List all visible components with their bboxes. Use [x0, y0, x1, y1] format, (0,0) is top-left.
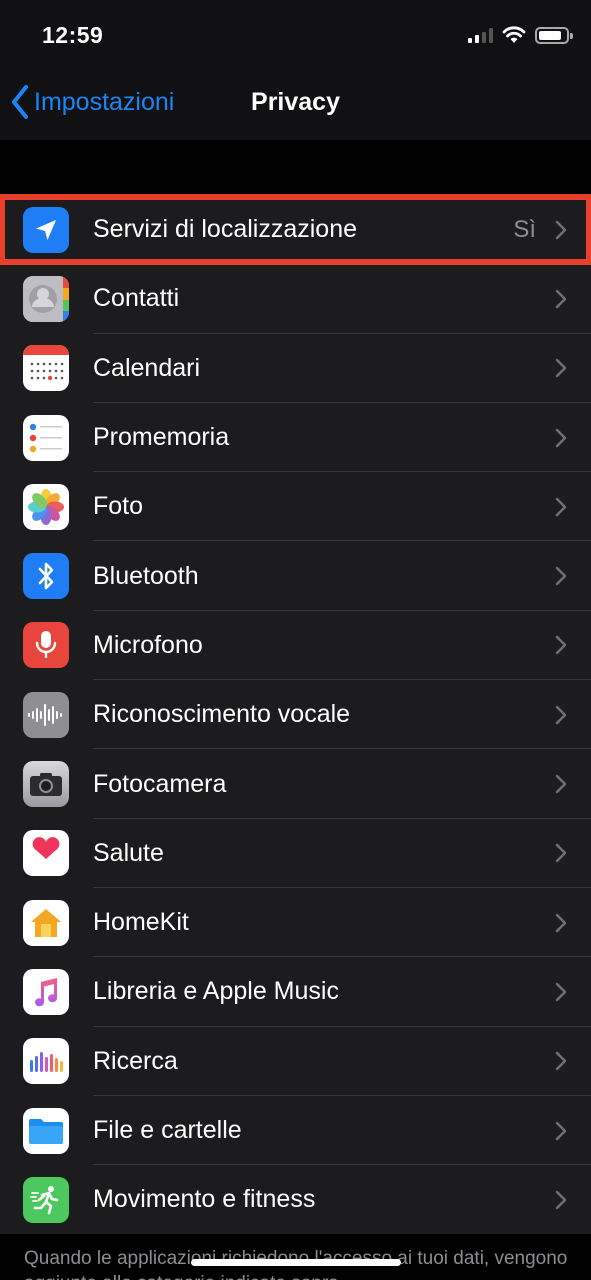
camera-icon — [23, 761, 69, 808]
row-label: Foto — [93, 492, 144, 521]
chevron-right-icon — [555, 1121, 567, 1140]
privacy-list: Servizi di localizzazione Sì Contatti Ca… — [0, 193, 591, 1235]
row-label: Movimento e fitness — [93, 1185, 316, 1214]
music-note-icon — [23, 968, 69, 1015]
row-label: HomeKit — [93, 908, 189, 937]
chevron-right-icon — [555, 982, 567, 1002]
row-research[interactable]: Ricerca — [0, 1027, 591, 1096]
running-figure-icon — [23, 1176, 69, 1223]
row-location-services[interactable]: Servizi di localizzazione Sì — [0, 193, 591, 266]
chevron-right-icon — [555, 566, 567, 586]
row-microphone[interactable]: Microfono — [0, 611, 591, 681]
chevron-right-icon — [555, 913, 567, 932]
footer-note: Quando le applicazioni richiedono l'acce… — [0, 1234, 591, 1280]
row-health[interactable]: Salute — [0, 819, 591, 888]
chevron-right-icon — [555, 1190, 567, 1210]
row-label: File e cartelle — [93, 1116, 242, 1144]
row-bluetooth[interactable]: Bluetooth — [0, 541, 591, 611]
chevron-right-icon — [555, 428, 567, 447]
row-label: Ricerca — [93, 1046, 178, 1075]
bluetooth-icon — [23, 553, 69, 600]
row-files[interactable]: File e cartelle — [0, 1096, 591, 1166]
research-bars-icon — [23, 1038, 69, 1085]
chevron-right-icon — [555, 844, 567, 863]
row-label: Contatti — [93, 284, 180, 313]
row-calendars[interactable]: Calendari — [0, 334, 591, 403]
row-label: Riconoscimento vocale — [93, 700, 351, 729]
navigation-bar: Impostazioni Privacy — [0, 70, 591, 140]
chevron-right-icon — [555, 1051, 567, 1071]
status-time: 12:59 — [42, 22, 104, 48]
row-apple-music[interactable]: Libreria e Apple Music — [0, 957, 591, 1027]
speech-waveform-icon — [23, 691, 69, 738]
photos-icon — [23, 483, 69, 530]
cellular-signal-icon — [468, 27, 493, 43]
row-label: Microfono — [93, 630, 203, 659]
row-label: Bluetooth — [93, 561, 199, 590]
heart-icon — [23, 830, 69, 877]
status-bar: 12:59 — [0, 0, 591, 70]
chevron-right-icon — [555, 497, 567, 517]
contacts-icon — [23, 275, 69, 322]
row-label: Promemoria — [93, 423, 230, 452]
home-icon — [23, 899, 69, 946]
row-label: Fotocamera — [93, 769, 227, 798]
home-indicator[interactable] — [191, 1259, 401, 1266]
location-arrow-icon — [23, 206, 69, 253]
section-spacer — [0, 140, 591, 195]
row-reminders[interactable]: Promemoria — [0, 403, 591, 473]
wifi-icon — [502, 26, 526, 43]
chevron-right-icon — [555, 358, 567, 378]
row-homekit[interactable]: HomeKit — [0, 888, 591, 958]
row-label: Calendari — [93, 353, 201, 382]
microphone-icon — [23, 622, 69, 669]
chevron-right-icon — [555, 220, 567, 239]
row-photos[interactable]: Foto — [0, 472, 591, 542]
folder-icon — [23, 1107, 69, 1154]
row-label: Salute — [93, 838, 164, 867]
row-label: Servizi di localizzazione — [93, 215, 358, 244]
chevron-right-icon — [555, 774, 567, 794]
reminders-icon — [23, 414, 69, 461]
chevron-right-icon — [555, 636, 567, 655]
battery-icon — [535, 26, 573, 44]
calendar-icon — [23, 345, 69, 392]
row-speech-recognition[interactable]: Riconoscimento vocale — [0, 680, 591, 750]
row-label: Libreria e Apple Music — [93, 977, 339, 1006]
chevron-right-icon — [555, 289, 567, 309]
row-camera[interactable]: Fotocamera — [0, 749, 591, 819]
chevron-right-icon — [555, 705, 567, 724]
page-title: Privacy — [251, 88, 340, 116]
row-contacts[interactable]: Contatti — [0, 264, 591, 334]
row-motion-fitness[interactable]: Movimento e fitness — [0, 1165, 591, 1234]
row-value: Sì — [513, 215, 536, 243]
status-icons — [468, 26, 573, 44]
